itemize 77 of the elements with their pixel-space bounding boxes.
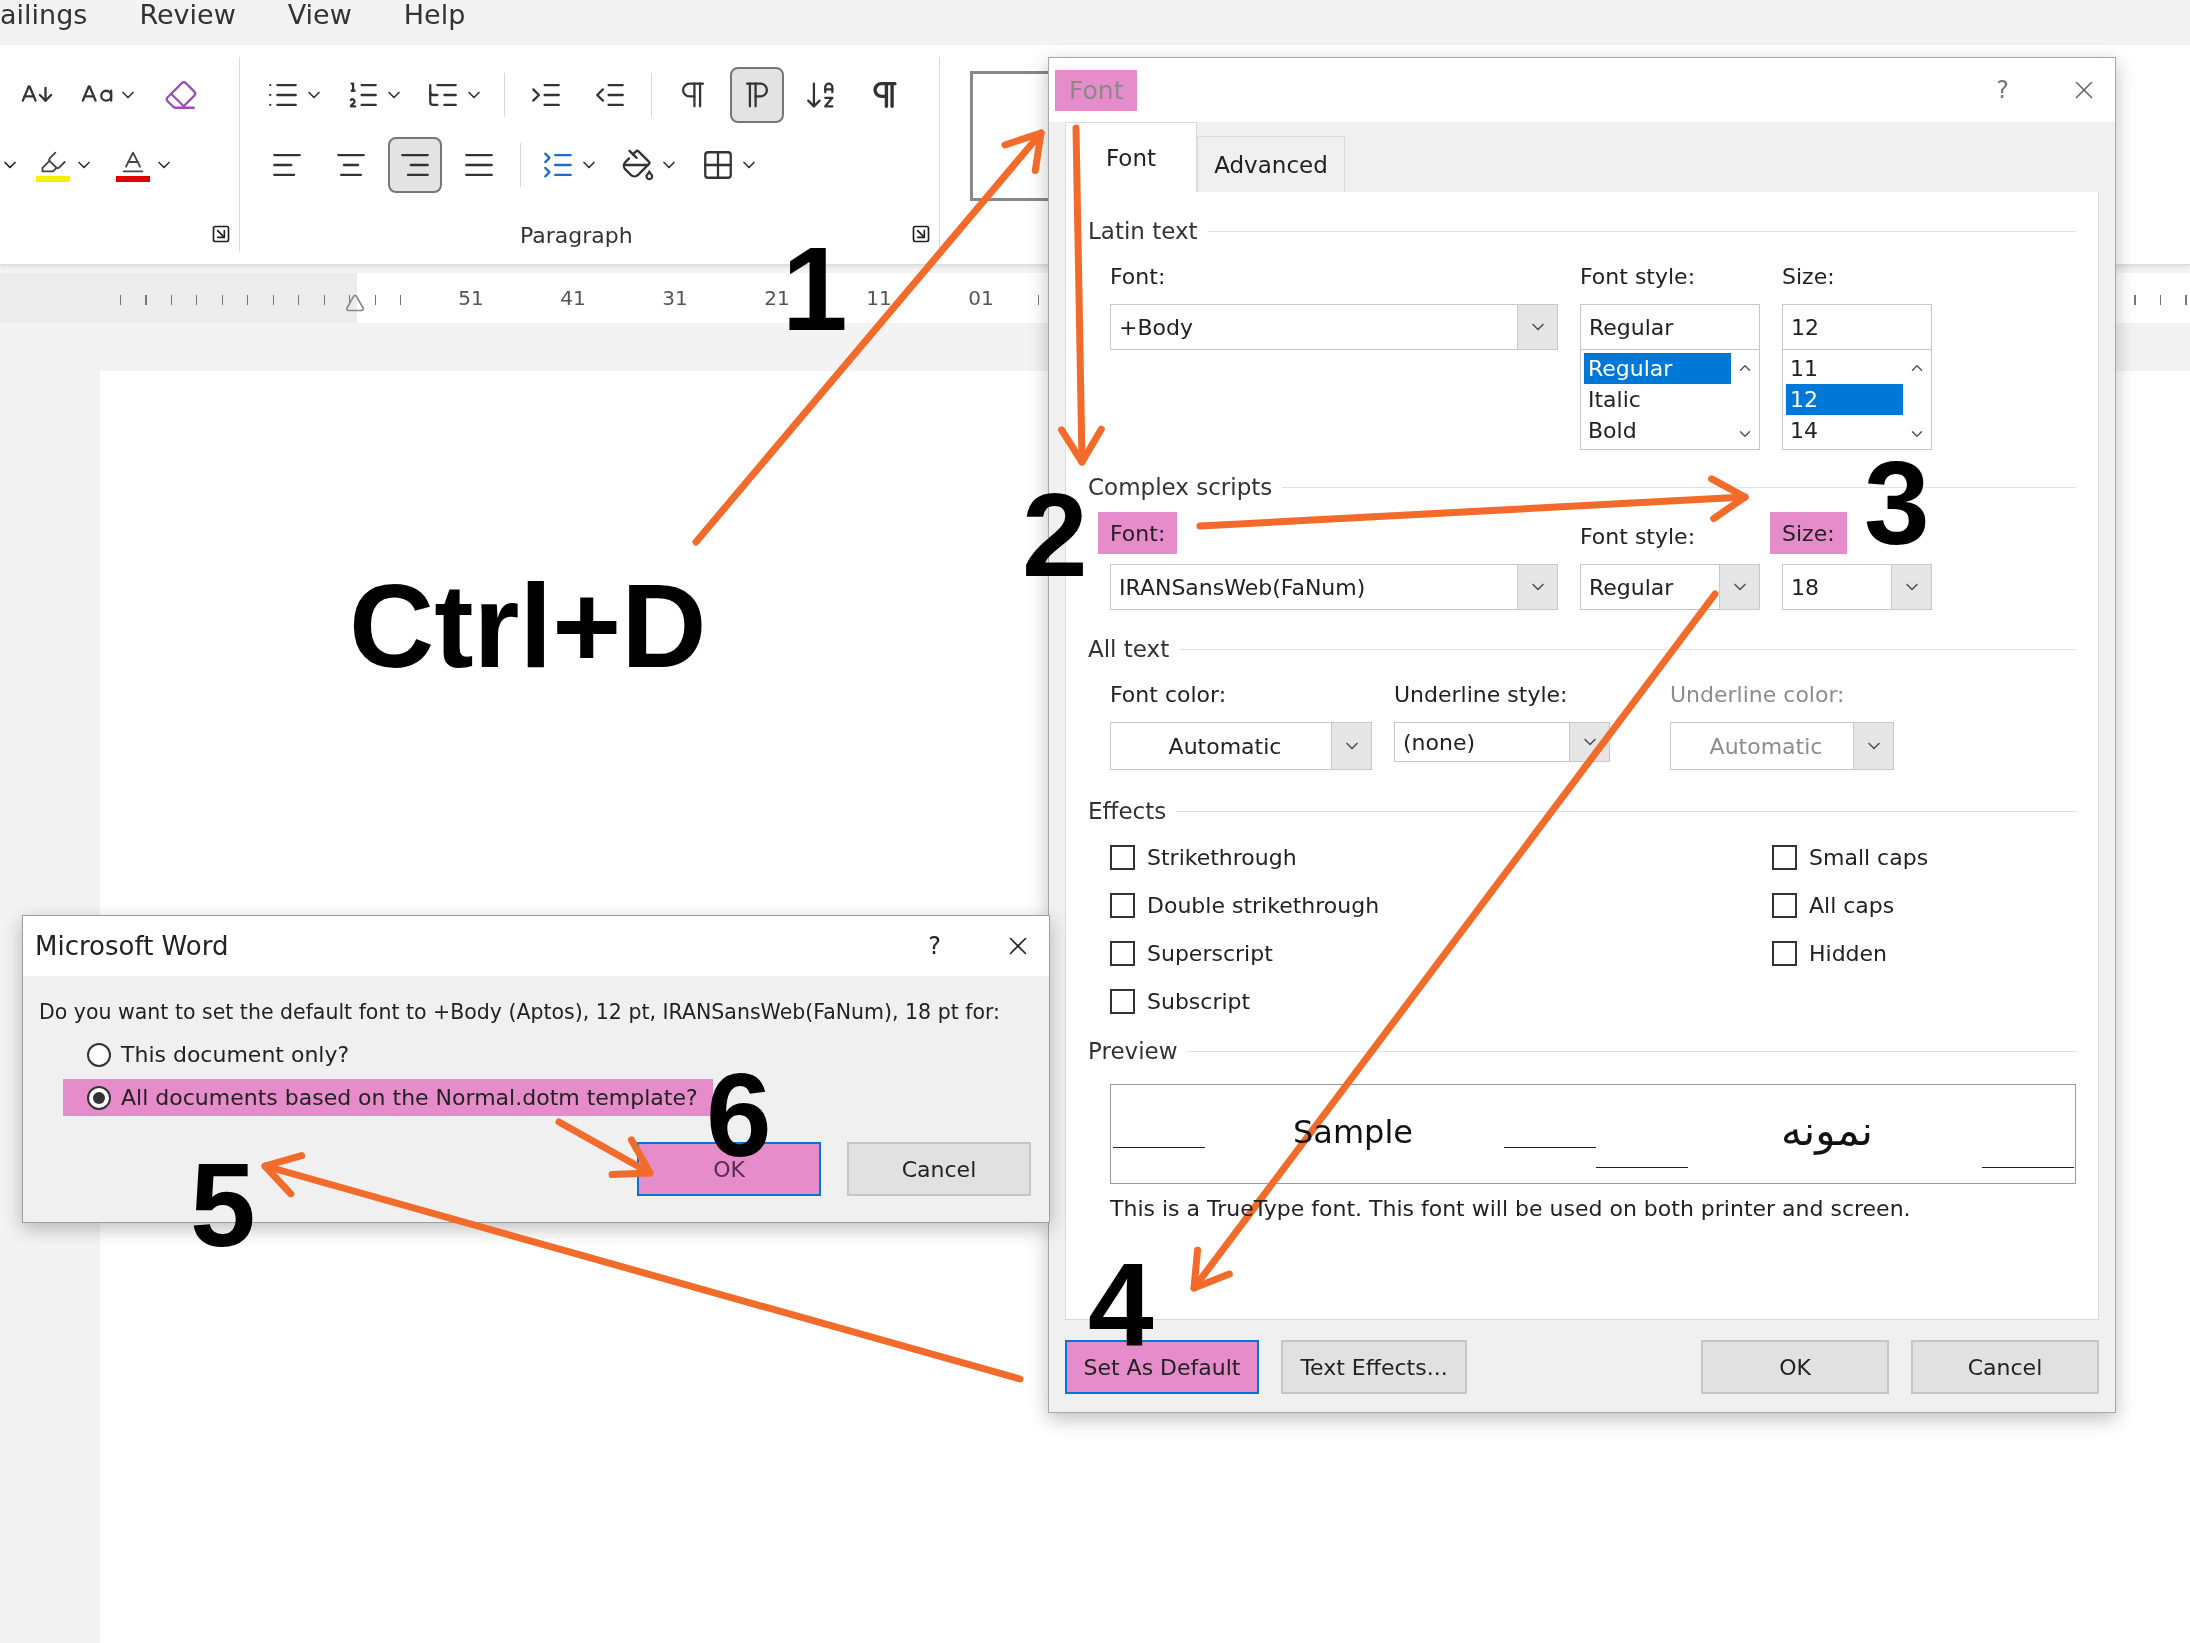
dialog-title: Font — [1055, 69, 1138, 111]
checkbox[interactable] — [1772, 940, 1797, 966]
section-heading: Complex scripts — [1088, 474, 1273, 500]
menu-item[interactable]: Help — [403, 1, 466, 28]
list-item[interactable]: 12 — [1786, 384, 1903, 415]
size-combo[interactable]: 18 — [1782, 564, 1932, 610]
checkbox-label: Superscript — [1147, 940, 1273, 966]
menu-item[interactable]: View — [287, 1, 352, 28]
radio-label: This document only? — [121, 1042, 350, 1067]
font-style-list[interactable]: Regular Italic Bold — [1580, 350, 1760, 450]
help-button[interactable]: ? — [1996, 76, 2009, 104]
menu-item[interactable]: Review — [139, 1, 236, 28]
radio-label: All documents based on the Normal.dotm template? — [121, 1085, 698, 1110]
checkbox[interactable] — [1772, 844, 1797, 870]
dialog-button[interactable]: Cancel — [847, 1142, 1031, 1196]
align-button[interactable] — [388, 137, 442, 193]
section-heading: All text — [1088, 636, 1170, 662]
field-label: Underline color: — [1670, 680, 1845, 709]
section-heading: Effects — [1088, 798, 1167, 824]
dropdown[interactable]: Automatic — [1110, 722, 1372, 770]
step-number: 2 — [1022, 492, 1088, 580]
field-label: Size: — [1770, 512, 1847, 554]
checkbox-label: All caps — [1809, 892, 1895, 918]
checkbox-label: Subscript — [1147, 988, 1251, 1014]
checkbox-label: Strikethrough — [1147, 844, 1297, 870]
font-style-field[interactable]: Regular — [1580, 304, 1760, 350]
tab[interactable]: Advanced — [1197, 136, 1345, 192]
checkbox[interactable] — [1110, 988, 1135, 1014]
preview-sample: نمونه — [1781, 1105, 1873, 1155]
font-combo[interactable]: IRANSansWeb(FaNum) — [1110, 564, 1558, 610]
shortcut-text: Ctrl+D — [349, 560, 707, 692]
checkbox[interactable] — [1110, 892, 1135, 918]
section-heading: Preview — [1088, 1038, 1178, 1064]
list-item[interactable]: Bold — [1584, 415, 1731, 446]
radio-button[interactable] — [87, 1085, 111, 1110]
dialog-question: Do you want to set the default font to +Body (Aptos), 12 pt, IRANSansWeb(FaNum), 18 pt for: — [39, 1000, 1001, 1024]
dialog-launcher-icon — [911, 224, 931, 244]
dialog-button[interactable]: Text Effects... — [1281, 1340, 1467, 1394]
section-heading: Latin text — [1088, 218, 1198, 244]
list-item[interactable]: 14 — [1786, 415, 1903, 446]
field-label: Font style: — [1580, 522, 1696, 551]
step-number: 5 — [190, 1162, 256, 1250]
step-number: 3 — [1864, 460, 1930, 548]
paint-bucket-icon — [621, 148, 655, 182]
dialog-title: Microsoft Word — [35, 930, 230, 963]
field-label: Size: — [1782, 262, 1835, 291]
eraser-icon — [164, 78, 198, 112]
list-item[interactable]: Italic — [1584, 384, 1731, 415]
field-label: Font color: — [1110, 680, 1227, 709]
list-item[interactable]: Regular — [1584, 353, 1731, 384]
size-field[interactable]: 12 — [1782, 304, 1932, 350]
field-label: Font style: — [1580, 262, 1696, 291]
checkbox-label: Double strikethrough — [1147, 892, 1380, 918]
font-combo[interactable]: +Body — [1110, 304, 1558, 350]
checkbox[interactable] — [1110, 940, 1135, 966]
checkbox-label: Hidden — [1809, 940, 1888, 966]
checkbox[interactable] — [1110, 844, 1135, 870]
indent-marker-icon — [345, 293, 365, 313]
list-item[interactable]: 11 — [1786, 353, 1903, 384]
font-style-combo[interactable]: Regular — [1580, 564, 1760, 610]
field-label: Font: — [1098, 512, 1178, 554]
field-label: Underline style: — [1394, 680, 1568, 709]
size-list[interactable]: 11 12 14 — [1782, 350, 1932, 450]
menu-item[interactable]: ailings — [0, 1, 88, 28]
group-label: Paragraph — [520, 223, 633, 248]
dialog-button[interactable]: Cancel — [1911, 1340, 2099, 1394]
radio-button[interactable] — [87, 1042, 111, 1067]
field-label: Font: — [1110, 262, 1166, 291]
dropdown[interactable]: (none) — [1394, 722, 1610, 762]
borders-icon — [701, 148, 735, 182]
checkbox[interactable] — [1772, 892, 1797, 918]
dialog-launcher-icon — [211, 224, 231, 244]
checkbox-label: Small caps — [1809, 844, 1929, 870]
dialog-button[interactable]: OK — [1701, 1340, 1889, 1394]
help-button[interactable]: ? — [928, 932, 941, 960]
right-to-left-button[interactable] — [730, 67, 784, 123]
tab[interactable]: Font — [1065, 122, 1197, 192]
